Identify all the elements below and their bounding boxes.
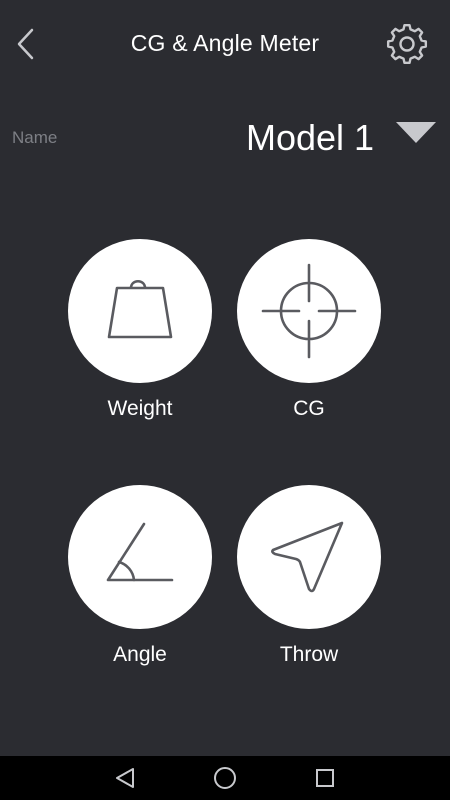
- nav-home-button[interactable]: [205, 762, 245, 794]
- nav-home-icon: [214, 767, 236, 789]
- triangle-down-icon: [396, 122, 436, 143]
- system-navigation-bar: [0, 756, 450, 800]
- weight-tile[interactable]: Weight: [65, 239, 215, 429]
- cg-button[interactable]: [237, 239, 381, 383]
- cg-angle-meter-screen: CG & Angle Meter Name Model 1 Weight CG …: [0, 0, 450, 800]
- weight-scale-icon: [107, 279, 173, 339]
- model-select[interactable]: Model 1: [230, 112, 445, 168]
- nav-recents-icon: [316, 769, 334, 787]
- angle-icon: [106, 522, 174, 582]
- app-bar: CG & Angle Meter: [0, 0, 450, 88]
- weight-button[interactable]: [68, 239, 212, 383]
- gear-icon: [386, 23, 428, 65]
- weight-label: Weight: [107, 397, 173, 420]
- throw-tile[interactable]: Throw: [234, 485, 384, 675]
- angle-tile[interactable]: Angle: [65, 485, 215, 675]
- angle-label: Angle: [113, 643, 167, 666]
- angle-button[interactable]: [68, 485, 212, 629]
- paper-plane-icon: [271, 521, 344, 593]
- model-name-label: Name: [12, 128, 58, 147]
- nav-recents-button[interactable]: [305, 762, 345, 794]
- cg-tile[interactable]: CG: [234, 239, 384, 429]
- throw-label: Throw: [279, 643, 339, 666]
- nav-back-icon: [116, 768, 134, 788]
- nav-back-button[interactable]: [105, 762, 145, 794]
- settings-button[interactable]: [383, 20, 431, 68]
- model-select-value: Model 1: [246, 117, 375, 158]
- throw-button[interactable]: [237, 485, 381, 629]
- cg-label: CG: [293, 397, 325, 420]
- crosshair-icon: [261, 263, 357, 359]
